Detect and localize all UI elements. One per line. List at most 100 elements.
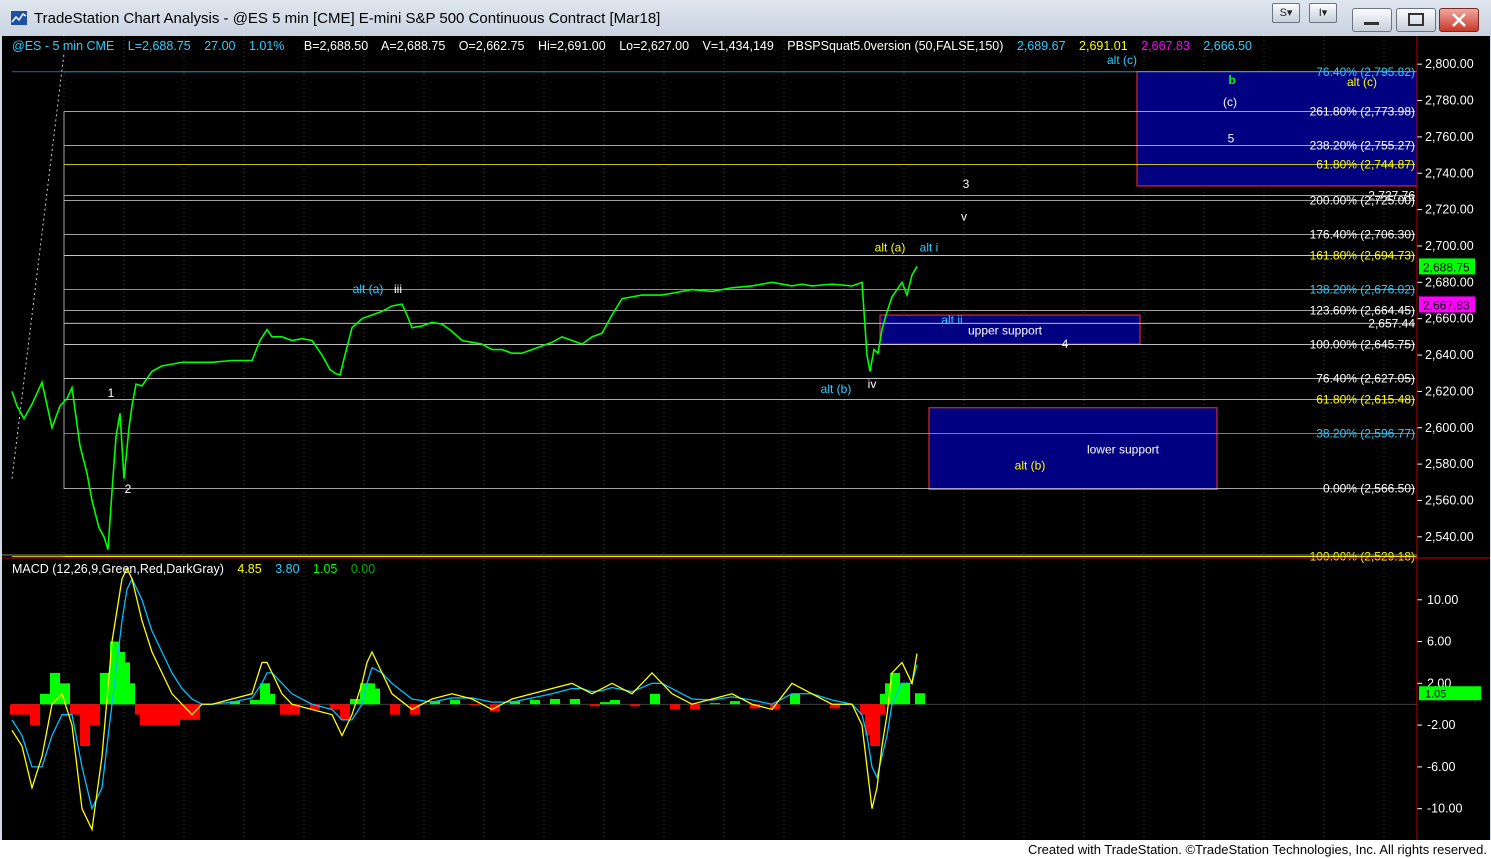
close-icon	[1452, 13, 1466, 27]
copyright-text: Created with TradeStation. ©TradeStation…	[1027, 842, 1487, 857]
symbol-link-label: S	[1279, 7, 1287, 19]
symbol-label: @ES - 5 min CME	[12, 39, 114, 53]
price-tick-label: 2,660.00	[1425, 312, 1474, 326]
macd-hist-bar	[600, 702, 610, 705]
macd-hist-bar	[125, 683, 135, 705]
fib-label: 200.00% (2,725.00)	[1310, 194, 1415, 208]
open-price: O=2,662.75	[459, 39, 525, 53]
chart-canvas[interactable]: upper supportlower support 76.40% (2,795…	[2, 36, 1490, 840]
wave-label: alt (c)	[1347, 75, 1377, 89]
chart-area[interactable]: upper support lower support 76.40% (2,795…	[2, 36, 1490, 840]
macd-value: 4.85	[237, 562, 261, 576]
interval-link-button[interactable]: I▾	[1309, 3, 1337, 23]
signal-line	[11, 577, 918, 811]
price-axis: 2,800.00 2,780.00 2,760.00 2,740.00 2,720.00…	[1417, 57, 1475, 544]
macd-hist-bar	[530, 700, 540, 705]
fib-label: 61.80% (2,744.87)	[1316, 157, 1415, 171]
price-tick-label: 2,740.00	[1425, 166, 1474, 180]
macd-hist-bar	[280, 704, 290, 715]
macd-hist-bar	[90, 704, 100, 726]
wave-label: 2	[125, 482, 132, 496]
zone-label: lower support	[1087, 443, 1160, 457]
macd-hist-bar	[40, 693, 50, 705]
macd-hist-bar	[915, 693, 925, 705]
macd-tick-label: 10.00	[1427, 593, 1458, 607]
window-title: TradeStation Chart Analysis - @ES 5 min …	[34, 10, 661, 27]
fib-label: 238.20% (2,755.27)	[1310, 138, 1415, 152]
last-price-badge-text: 2,688.75	[1423, 260, 1470, 274]
indicator-name: PBSPSquat5.0version (50,FALSE,150)	[787, 39, 1003, 53]
footer: Created with TradeStation. ©TradeStation…	[0, 840, 1491, 858]
app-window: TradeStation Chart Analysis - @ES 5 min …	[0, 0, 1491, 858]
macd-signal-value: 3.80	[275, 562, 299, 576]
fib-label: 38.20% (2,596.77)	[1316, 427, 1415, 441]
macd-zero-value: 0.00	[351, 562, 375, 576]
macd-value-badge-text: 1.05	[1425, 688, 1446, 700]
indicator-value-2: 2,691.01	[1079, 39, 1128, 53]
wave-label: alt (b)	[1015, 459, 1046, 473]
macd-hist-bar	[340, 704, 350, 720]
wave-label: v	[961, 210, 967, 224]
macd-hist-bar	[20, 704, 30, 715]
macd-hist-bar	[730, 701, 740, 705]
macd-hist-bar	[570, 699, 580, 705]
wave-label: 4	[1062, 337, 1069, 351]
macd-hist-bar	[370, 688, 380, 705]
macd-hist-bar	[650, 693, 660, 705]
macd-hist-bar	[670, 704, 680, 710]
macd-hist-bar	[265, 693, 275, 705]
price-tick-label: 2,580.00	[1425, 457, 1474, 471]
macd-hist-bar	[70, 704, 80, 715]
title-bar[interactable]: TradeStation Chart Analysis - @ES 5 min …	[0, 0, 1491, 36]
fib-label: 161.80% (2,694.73)	[1310, 249, 1415, 263]
price-tick-label: 2,800.00	[1425, 57, 1474, 71]
indicator-badge-text: 2,667.83	[1423, 298, 1470, 312]
high-price: Hi=2,691.00	[538, 39, 606, 53]
close-button[interactable]	[1439, 8, 1479, 32]
dropdown-arrow-icon: ▾	[1286, 7, 1293, 19]
price-tick-label: 2,680.00	[1425, 275, 1474, 289]
price-header: @ES - 5 min CME L=2,688.75 27.00 1.01% B…	[12, 39, 1252, 53]
symbol-link-button[interactable]: S▾	[1272, 3, 1300, 23]
fib-label: 2,657.44	[1368, 316, 1415, 330]
wave-label: 3	[963, 177, 970, 191]
macd-header: MACD (12,26,9,Green,Red,DarkGray) 4.85 3…	[12, 562, 375, 576]
macd-name: MACD (12,26,9,Green,Red,DarkGray)	[12, 562, 224, 576]
wave-label: (c)	[1223, 95, 1237, 109]
macd-hist-bar	[80, 704, 90, 746]
price-tick-label: 2,620.00	[1425, 384, 1474, 398]
macd-hist-bar	[140, 704, 150, 726]
wave-label: alt (b)	[821, 382, 852, 396]
fib-label: 261.80% (2,773.98)	[1310, 104, 1415, 118]
pct-change: 1.01%	[249, 39, 284, 53]
minimize-button[interactable]	[1352, 8, 1392, 32]
macd-hist-bar	[630, 704, 640, 707]
dropdown-arrow-icon: ▾	[1321, 7, 1328, 19]
fib-label: 76.40% (2,627.05)	[1316, 372, 1415, 386]
indicator-value-1: 2,689.67	[1017, 39, 1066, 53]
minimize-icon	[1364, 22, 1379, 25]
macd-hist-bar	[10, 704, 20, 715]
macd-tick-label: -6.00	[1427, 760, 1456, 774]
indicator-value-4: 2,666.50	[1203, 39, 1252, 53]
wave-label: alt i	[920, 240, 939, 254]
price-tick-label: 2,640.00	[1425, 348, 1474, 362]
macd-hist-bar	[710, 703, 720, 705]
macd-hist-bar	[790, 693, 800, 705]
price-tick-label: 2,760.00	[1425, 130, 1474, 144]
macd-panel: 10.006.002.00-2.00-6.00-10.001.05	[10, 566, 1481, 832]
wave-label: alt ii	[941, 313, 962, 327]
macd-hist-bar	[390, 704, 400, 715]
volume: V=1,434,149	[703, 39, 774, 53]
maximize-button[interactable]	[1396, 8, 1436, 32]
price-series	[11, 266, 918, 550]
price-tick-label: 2,700.00	[1425, 239, 1474, 253]
net-change: 27.00	[204, 39, 235, 53]
indicator-value-3: 2,667.83	[1141, 39, 1190, 53]
tradestation-app-icon	[11, 11, 27, 25]
low-price: Lo=2,627.00	[619, 39, 689, 53]
macd-hist-bar	[170, 704, 180, 726]
macd-hist-bar	[900, 683, 910, 705]
macd-hist-bar	[50, 672, 60, 705]
macd-hist-bar	[150, 704, 160, 726]
